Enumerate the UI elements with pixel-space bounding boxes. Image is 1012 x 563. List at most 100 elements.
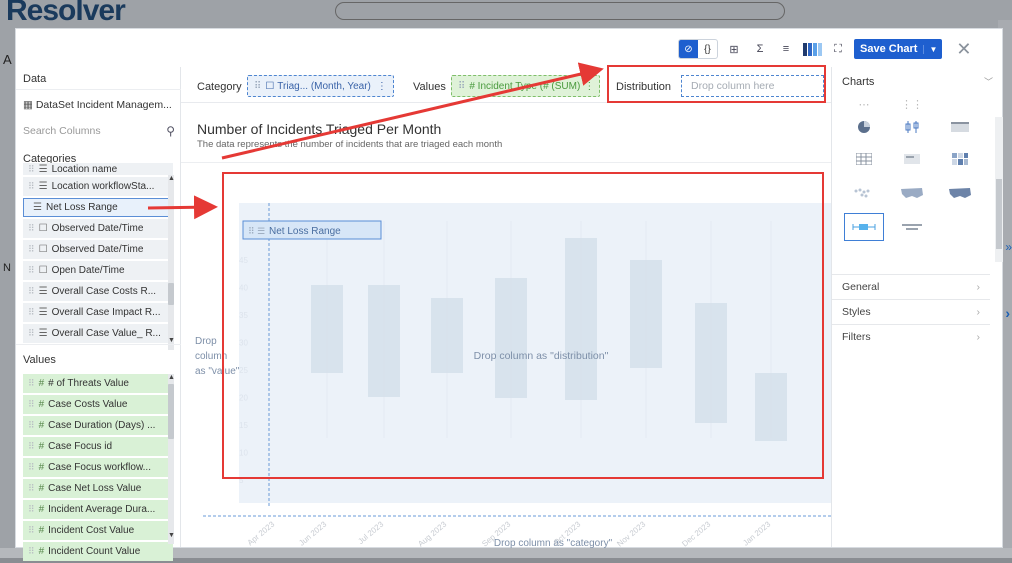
divider (16, 344, 181, 345)
values-title: Values (23, 354, 56, 366)
number-field-icon: # (38, 441, 45, 452)
save-chart-button[interactable]: Save Chart ▼ (854, 39, 943, 59)
add-column-icon[interactable]: ⊞ (724, 39, 744, 59)
chevron-down-icon[interactable]: ﹀ (984, 75, 993, 88)
chevron-down-icon[interactable]: ▼ (923, 44, 942, 54)
categories-scrollbar[interactable] (168, 175, 174, 350)
sum-icon[interactable]: Σ (750, 39, 770, 59)
styles-section[interactable]: Styles › (832, 299, 990, 324)
category-item-label: Observed Date/Time (51, 244, 144, 255)
values-pill[interactable]: ⠿ # Incident Type (# (SUM) ⋮ (451, 75, 600, 97)
category-item[interactable]: ⠿ ☰ Location workflowSta... (23, 177, 173, 196)
scroll-down-icon[interactable]: ▼ (168, 337, 175, 344)
dot-map-icon[interactable] (844, 179, 884, 207)
category-item[interactable]: ⠿ ☰ Overall Case Impact R... (23, 303, 173, 322)
value-item-label: Case Focus id (48, 441, 113, 452)
kpi-card-icon[interactable] (892, 145, 932, 173)
x-tick-label: Jun 2023 (297, 519, 328, 547)
pie-chart-icon[interactable] (844, 113, 884, 141)
grip-icon: ⠿ (28, 546, 35, 556)
category-item[interactable]: ⠿ ☰ Location name (23, 163, 173, 175)
category-item[interactable]: ⠿ ☰ Overall Case Value_ R... (23, 324, 173, 343)
grip-icon: ⠿ (28, 420, 35, 430)
grid-table-icon[interactable] (844, 145, 884, 173)
heatmap-icon[interactable] (940, 145, 980, 173)
value-item[interactable]: ⠿ # Case Costs Value (23, 395, 173, 414)
category-pill[interactable]: ⠿ ☐ Triag... (Month, Year) ⋮ (247, 75, 394, 97)
more-icon[interactable]: ⋮ (584, 81, 594, 92)
value-item[interactable]: ⠿ # Incident Average Dura... (23, 500, 173, 519)
value-item-label: Incident Cost Value (48, 525, 135, 536)
more-icon[interactable]: ⋮ (377, 81, 387, 92)
close-icon[interactable]: ✕ (956, 40, 971, 58)
background-letter: N (3, 262, 11, 274)
filled-map-icon[interactable] (940, 179, 980, 207)
grip-icon: ⠿ (28, 265, 35, 275)
category-pill-label: Triag... (Month, Year) (277, 80, 371, 92)
value-item[interactable]: ⠿ # Case Focus workflow... (23, 458, 173, 477)
color-palette-icon[interactable] (802, 39, 822, 59)
category-item[interactable]: ⠿ ☰ Overall Case Costs R... (23, 282, 173, 301)
chart-type-thumb[interactable]: ⋯ (844, 99, 884, 111)
chevron-right-icon: › (976, 306, 981, 318)
column-search-input[interactable]: Search Columns ⚲ (23, 121, 175, 141)
grip-icon: ⠿ (28, 244, 35, 254)
scroll-thumb[interactable] (996, 179, 1002, 249)
dataset-selector[interactable]: ▦ DataSet Incident Managem... (23, 99, 172, 111)
general-section[interactable]: General › (832, 274, 990, 299)
category-item[interactable]: ⠿ ☐ Observed Date/Time (23, 219, 173, 238)
scroll-down-icon[interactable]: ▼ (168, 532, 175, 539)
drop-value-label: Drop (195, 336, 217, 347)
category-item[interactable]: ⠿ ☐ Open Date/Time (23, 261, 173, 280)
x-tick-label: Apr 2023 (246, 519, 277, 547)
grip-icon: ⠿ (28, 483, 35, 493)
category-item[interactable]: ⠿ ☐ Observed Date/Time (23, 240, 173, 259)
charts-title: Charts (842, 76, 875, 88)
fullscreen-icon[interactable]: ⛶ (828, 39, 848, 59)
value-item[interactable]: ⠿ # Case Focus id (23, 437, 173, 456)
chart-type-thumb[interactable]: ⋮⋮ (892, 99, 932, 111)
filter-icon[interactable]: ≡ (776, 39, 796, 59)
scroll-thumb[interactable] (168, 283, 174, 305)
table-chart-icon[interactable] (940, 113, 980, 141)
grip-icon: ⠿ (28, 181, 35, 191)
bullet-chart-icon[interactable] (892, 213, 932, 241)
x-tick-label: Aug 2023 (416, 519, 448, 548)
search-icon[interactable]: ⚲ (166, 124, 175, 138)
x-tick-label: Jan 2023 (741, 519, 772, 547)
calendar-icon: ☐ (38, 223, 48, 234)
boxplot-chart-icon[interactable] (844, 213, 884, 241)
link-icon[interactable]: ⊘ (679, 40, 698, 58)
divider (16, 89, 181, 90)
scroll-thumb[interactable] (168, 384, 174, 439)
code-icon[interactable]: {} (698, 40, 717, 58)
chevron-right-icon: › (1005, 305, 1010, 321)
value-item[interactable]: ⠿ # Incident Count Value (23, 542, 173, 561)
value-item-label: # of Threats Value (48, 378, 129, 389)
filters-section[interactable]: Filters › (832, 324, 990, 349)
chart-type-panel: Charts ﹀ ⋯ ⋮⋮ General › Styles › Filters › (831, 67, 1003, 547)
view-mode-toggle[interactable]: ⊘ {} (678, 39, 718, 59)
value-item[interactable]: ⠿ # Incident Cost Value (23, 521, 173, 540)
category-item-label: Location workflowSta... (51, 181, 155, 192)
boxplot-thumb-icon[interactable] (892, 113, 932, 141)
scroll-up-icon[interactable]: ▲ (168, 374, 175, 381)
category-item[interactable]: ☰ Net Loss Range (23, 198, 173, 217)
chart-types-scrollbar[interactable] (995, 117, 1003, 262)
value-item[interactable]: ⠿ # Case Duration (Days) ... (23, 416, 173, 435)
grip-icon: ⠿ (28, 441, 35, 451)
text-field-icon: ☰ (38, 307, 48, 318)
chart-title: Number of Incidents Triaged Per Month (197, 121, 442, 137)
text-field-icon: ☰ (38, 286, 48, 297)
search-placeholder: Search Columns (23, 125, 101, 137)
annotation-box-chart (222, 172, 824, 479)
values-scrollbar[interactable] (168, 374, 174, 544)
value-item[interactable]: ⠿ # # of Threats Value (23, 374, 173, 393)
grip-icon: ⠿ (28, 163, 35, 174)
scroll-up-icon[interactable]: ▲ (168, 175, 175, 182)
text-field-icon: ☰ (38, 163, 48, 175)
value-item[interactable]: ⠿ # Case Net Loss Value (23, 479, 173, 498)
grip-icon: ⠿ (458, 80, 466, 92)
us-map-icon[interactable] (892, 179, 932, 207)
value-item-label: Incident Average Dura... (48, 504, 156, 515)
